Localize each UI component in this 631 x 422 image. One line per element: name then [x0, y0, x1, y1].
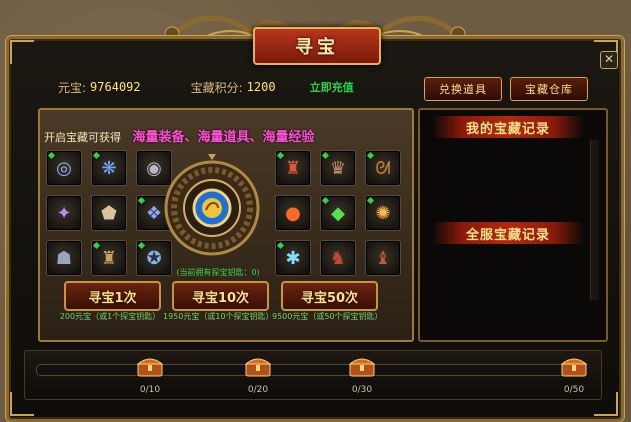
green-gem-icon[interactable]: ◆	[320, 195, 356, 231]
item-glyph: ♜	[284, 157, 302, 179]
milestone-label: 0/20	[247, 385, 269, 395]
item-glyph: ◆	[331, 202, 345, 224]
milestone-label: 0/50	[563, 385, 585, 395]
ring-icon[interactable]: ◎	[46, 150, 82, 186]
treasure-chest-icon[interactable]	[560, 354, 588, 378]
close-button[interactable]: ✕	[600, 51, 618, 69]
seek-10-button[interactable]: 寻宝10次	[172, 281, 269, 311]
leggings-icon[interactable]: ♞	[320, 240, 356, 276]
item-glyph: ❋	[101, 157, 117, 179]
item-glyph: ◎	[56, 157, 72, 179]
points-value: 1200	[246, 80, 276, 94]
item-glyph: ✦	[56, 202, 72, 224]
milestone-label: 0/30	[351, 385, 373, 395]
seek-50-cost: 9500元宝（或50个探宝钥匙）	[272, 312, 383, 321]
treasure-chest-icon[interactable]	[136, 354, 164, 378]
my-records-header[interactable]: 我的宝藏记录	[432, 116, 584, 138]
item-glyph: ✺	[375, 202, 391, 224]
ice-crystal-icon[interactable]: ✱	[275, 240, 311, 276]
server-records-header[interactable]: 全服宝藏记录	[432, 222, 584, 244]
gold-orb-icon[interactable]: ✺	[365, 195, 401, 231]
item-glyph: ☗	[55, 247, 73, 269]
promo-small-text: 开启宝藏可获得	[44, 131, 121, 144]
promo-text: 开启宝藏可获得 海量装备、海量道具、海量经验	[44, 126, 404, 145]
treasure-chest-icon[interactable]	[348, 354, 376, 378]
exchange-items-button[interactable]: 兑换道具	[424, 77, 502, 101]
item-glyph: ᘛ	[375, 157, 391, 179]
item-glyph: ♜	[100, 247, 118, 269]
item-glyph: ⬟	[101, 202, 117, 224]
treasure-warehouse-button[interactable]: 宝藏仓库	[510, 77, 588, 101]
frame-corner	[10, 40, 34, 64]
crystal-icon[interactable]: ✦	[46, 195, 82, 231]
seek-1-button[interactable]: 寻宝1次	[64, 281, 161, 311]
dragon-icon[interactable]: ᘛ	[365, 150, 401, 186]
armor-red-icon[interactable]: ♜	[275, 150, 311, 186]
treasure-chest-icon[interactable]	[244, 354, 272, 378]
shield-icon[interactable]: ⬟	[91, 195, 127, 231]
robe-icon[interactable]: ♛	[320, 150, 356, 186]
points-label: 宝藏积分:	[190, 80, 243, 95]
item-glyph: ●	[285, 202, 301, 224]
ingot-label: 元宝:	[58, 80, 87, 95]
boots-icon[interactable]: ♝	[365, 240, 401, 276]
butterfly-icon[interactable]: ❋	[91, 150, 127, 186]
key-count-text: (当前拥有探宝钥匙：0)	[176, 268, 260, 277]
seek-1-cost: 200元宝（或1个探宝钥匙）	[59, 312, 161, 321]
item-glyph: ♝	[374, 247, 392, 269]
promo-highlight-text: 海量装备、海量道具、海量经验	[132, 130, 315, 145]
helmet-icon[interactable]: ☗	[46, 240, 82, 276]
item-glyph: ✱	[285, 247, 301, 269]
window-title: 寻宝	[253, 27, 381, 65]
progress-track	[36, 364, 586, 376]
stats-bar: 元宝: 9764092 宝藏积分: 1200 立即充值	[16, 76, 414, 98]
milestone-label: 0/10	[139, 385, 161, 395]
item-glyph: ♛	[329, 157, 347, 179]
item-glyph: ♞	[329, 247, 347, 269]
fire-orb-icon[interactable]: ●	[275, 195, 311, 231]
ingot-value: 9764092	[90, 80, 141, 94]
recharge-link[interactable]: 立即充值	[310, 79, 354, 95]
seek-10-cost: 1950元宝（或10个探宝钥匙）	[163, 312, 274, 321]
treasure-wheel-icon[interactable]	[164, 152, 260, 268]
records-scrollbar[interactable]	[590, 140, 599, 300]
armor-icon[interactable]: ♜	[91, 240, 127, 276]
seek-50-button[interactable]: 寻宝50次	[281, 281, 378, 311]
